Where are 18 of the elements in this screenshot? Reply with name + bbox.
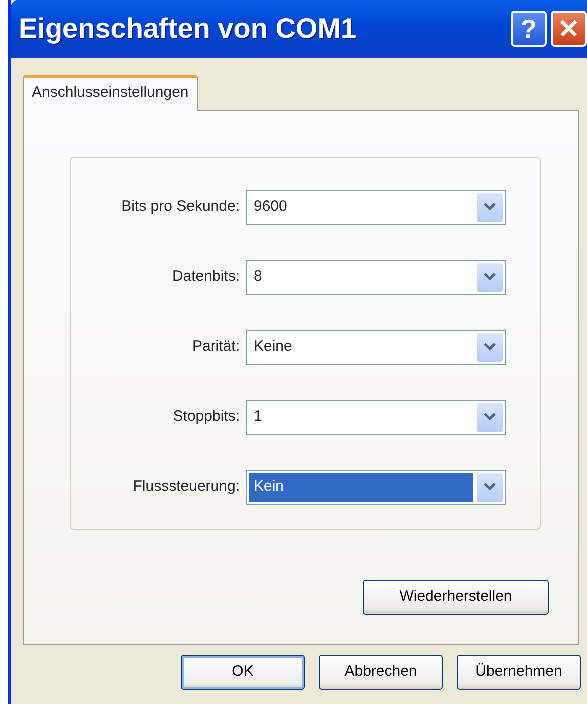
window-title: Eigenschaften von COM1 [19, 12, 358, 46]
dropdown-field[interactable]: Kein [246, 470, 506, 504]
field-label: Parität: [191, 336, 241, 357]
dropdown-field[interactable]: 1 [246, 400, 506, 434]
help-button[interactable]: ? [511, 11, 547, 47]
dropdown-field[interactable]: 9600 [246, 190, 506, 224]
field-label: Bits pro Sekunde: [120, 196, 241, 217]
restore-button[interactable]: Wiederherstellen [363, 580, 549, 614]
dropdown-field[interactable]: 8 [246, 260, 506, 294]
field-label: Datenbits: [171, 266, 241, 287]
cancel-button[interactable]: Abbrechen [319, 654, 443, 690]
close-button[interactable]: ✕ [551, 11, 587, 47]
tab[interactable]: Anschlusseinstellungen [23, 75, 198, 110]
dropdown-field[interactable]: Keine [246, 330, 506, 364]
field-label: Stoppbits: [172, 406, 241, 427]
ok-button[interactable]: OK [181, 654, 305, 690]
apply-button[interactable]: Übernehmen [457, 654, 581, 690]
field-label: Flusssteuerung: [132, 476, 241, 497]
